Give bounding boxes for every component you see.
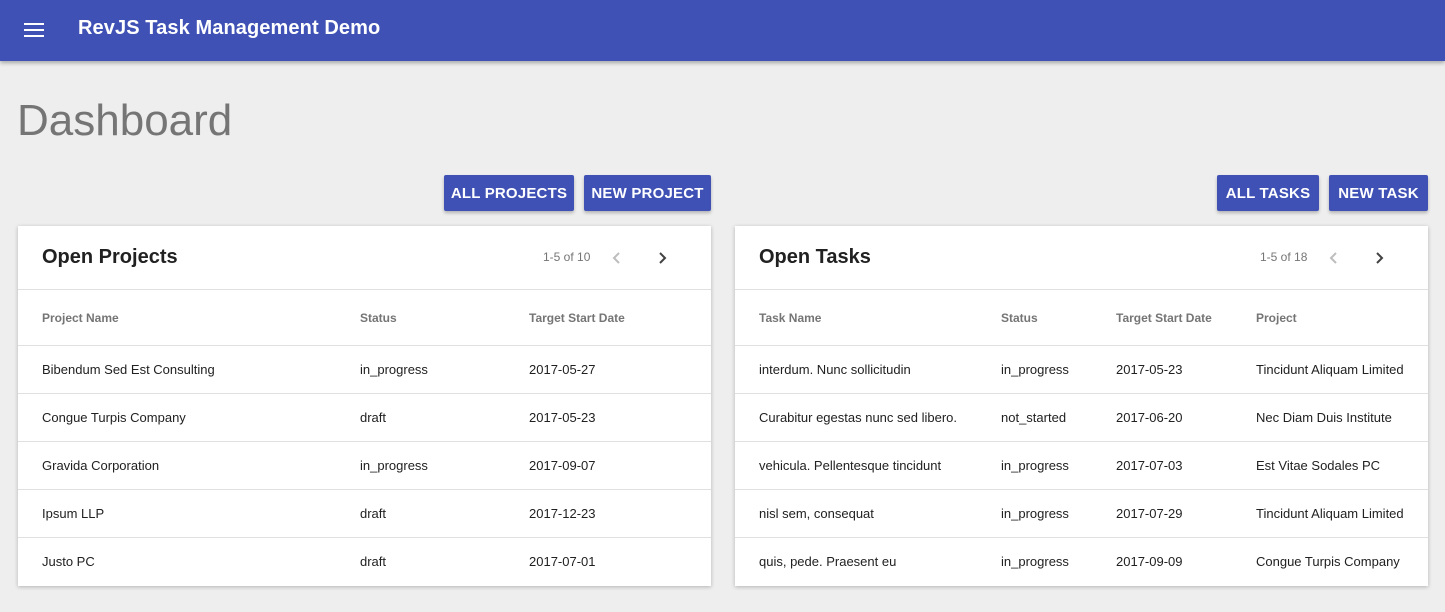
- pagination-range: 1-5 of 18: [1260, 250, 1308, 264]
- status-cell: in_progress: [1001, 554, 1069, 569]
- date-cell: 2017-07-01: [529, 554, 596, 569]
- date-cell: 2017-12-23: [529, 506, 596, 521]
- column-header-target-start-date[interactable]: Target Start Date: [1116, 311, 1212, 325]
- task-name-cell: interdum. Nunc sollicitudin: [759, 362, 911, 377]
- open-tasks-card: Open Tasks 1-5 of 18 Task Name Status Ta…: [735, 226, 1428, 586]
- date-cell: 2017-05-23: [1116, 362, 1183, 377]
- table-body: interdum. Nunc sollicitudin in_progress …: [735, 346, 1428, 586]
- table-body: Bibendum Sed Est Consulting in_progress …: [18, 346, 711, 586]
- new-project-button[interactable]: NEW PROJECT: [584, 175, 711, 211]
- table-row[interactable]: Bibendum Sed Est Consulting in_progress …: [18, 346, 711, 394]
- status-cell: not_started: [1001, 410, 1067, 425]
- pagination-range: 1-5 of 10: [543, 250, 591, 264]
- app-title: RevJS Task Management Demo: [78, 17, 381, 39]
- table-row[interactable]: interdum. Nunc sollicitudin in_progress …: [735, 346, 1428, 394]
- column-header-task-name[interactable]: Task Name: [759, 311, 821, 325]
- previous-page-button[interactable]: [604, 246, 628, 270]
- open-projects-card: Open Projects 1-5 of 10 Project Name Sta…: [18, 226, 711, 586]
- table-row[interactable]: Gravida Corporation in_progress 2017-09-…: [18, 442, 711, 490]
- column-header-project-name[interactable]: Project Name: [42, 311, 119, 325]
- chevron-left-icon: [1329, 252, 1337, 264]
- column-header-status[interactable]: Status: [1001, 311, 1038, 325]
- project-cell: Congue Turpis Company: [1256, 554, 1400, 569]
- column-header-status[interactable]: Status: [360, 311, 397, 325]
- date-cell: 2017-07-03: [1116, 458, 1183, 473]
- previous-page-button[interactable]: [1321, 246, 1345, 270]
- status-cell: draft: [360, 410, 387, 425]
- date-cell: 2017-09-07: [529, 458, 596, 473]
- chevron-right-icon: [1376, 252, 1384, 264]
- project-name-cell: Ipsum LLP: [42, 506, 105, 521]
- project-name-cell: Gravida Corporation: [42, 458, 160, 473]
- table-row[interactable]: quis, pede. Praesent eu in_progress 2017…: [735, 538, 1428, 586]
- status-cell: in_progress: [1001, 458, 1069, 473]
- table-row[interactable]: vehicula. Pellentesque tincidunt in_prog…: [735, 442, 1428, 490]
- card-title: Open Tasks: [759, 246, 871, 268]
- card-title: Open Projects: [42, 246, 178, 268]
- all-projects-button[interactable]: ALL PROJECTS: [444, 175, 574, 211]
- column-header-project[interactable]: Project: [1256, 311, 1297, 325]
- date-cell: 2017-06-20: [1116, 410, 1183, 425]
- menu-icon: [24, 23, 44, 37]
- table-header: Task Name Status Target Start Date Proje…: [735, 290, 1428, 346]
- menu-button[interactable]: [20, 18, 48, 42]
- table-header: Project Name Status Target Start Date: [18, 290, 711, 346]
- table-row[interactable]: Curabitur egestas nunc sed libero. not_s…: [735, 394, 1428, 442]
- task-name-cell: Curabitur egestas nunc sed libero.: [759, 410, 958, 425]
- app-bar: RevJS Task Management Demo: [0, 0, 1445, 61]
- next-page-button[interactable]: [651, 246, 675, 270]
- table-row[interactable]: Congue Turpis Company draft 2017-05-23: [18, 394, 711, 442]
- date-cell: 2017-05-27: [529, 362, 596, 377]
- next-page-button[interactable]: [1368, 246, 1392, 270]
- project-cell: Tincidunt Aliquam Limited: [1256, 506, 1404, 521]
- status-cell: in_progress: [360, 362, 428, 377]
- chevron-left-icon: [612, 252, 620, 264]
- status-cell: in_progress: [360, 458, 428, 473]
- date-cell: 2017-07-29: [1116, 506, 1183, 521]
- project-name-cell: Bibendum Sed Est Consulting: [42, 362, 215, 377]
- status-cell: draft: [360, 554, 387, 569]
- column-header-target-start-date[interactable]: Target Start Date: [529, 311, 625, 325]
- table-row[interactable]: Justo PC draft 2017-07-01: [18, 538, 711, 586]
- project-cell: Tincidunt Aliquam Limited: [1256, 362, 1404, 377]
- chevron-right-icon: [659, 252, 667, 264]
- status-cell: in_progress: [1001, 362, 1069, 377]
- card-header: Open Tasks 1-5 of 18: [735, 226, 1428, 290]
- project-cell: Nec Diam Duis Institute: [1256, 410, 1392, 425]
- project-cell: Est Vitae Sodales PC: [1256, 458, 1381, 473]
- new-task-button[interactable]: NEW TASK: [1329, 175, 1428, 211]
- table-row[interactable]: nisl sem, consequat in_progress 2017-07-…: [735, 490, 1428, 538]
- status-cell: draft: [360, 506, 387, 521]
- card-header: Open Projects 1-5 of 10: [18, 226, 711, 290]
- task-name-cell: nisl sem, consequat: [759, 506, 874, 521]
- project-name-cell: Justo PC: [42, 554, 95, 569]
- status-cell: in_progress: [1001, 506, 1069, 521]
- table-row[interactable]: Ipsum LLP draft 2017-12-23: [18, 490, 711, 538]
- page-title: Dashboard: [17, 96, 233, 145]
- task-name-cell: vehicula. Pellentesque tincidunt: [759, 458, 942, 473]
- task-name-cell: quis, pede. Praesent eu: [759, 554, 897, 569]
- project-name-cell: Congue Turpis Company: [42, 410, 186, 425]
- date-cell: 2017-05-23: [529, 410, 596, 425]
- all-tasks-button[interactable]: ALL TASKS: [1217, 175, 1319, 211]
- date-cell: 2017-09-09: [1116, 554, 1183, 569]
